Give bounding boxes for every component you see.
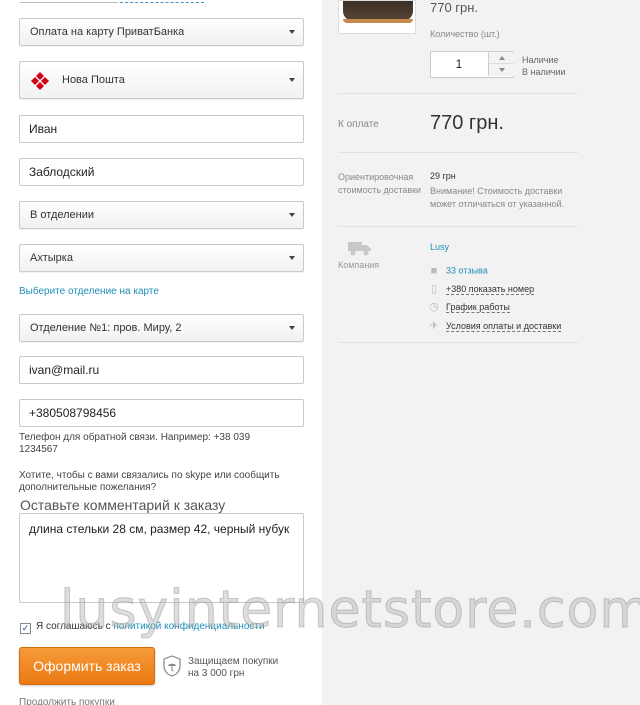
availability-label: Наличие: [522, 55, 559, 65]
quantity-input[interactable]: 1: [431, 52, 487, 77]
quantity-label: Количество (шт.): [430, 29, 500, 39]
delivery-select-value: Нова Пошта: [62, 74, 125, 86]
phone-field[interactable]: +380508798456: [19, 399, 304, 427]
comment-title: Оставьте комментарий к заказу: [20, 497, 226, 513]
branch-select[interactable]: Отделение №1: пров. Миру, 2: [19, 314, 304, 342]
delivery-cost-label: Ориентировочная стоимость доставки: [338, 172, 422, 195]
nova-poshta-logo-icon: [31, 72, 49, 90]
top-divider: [20, 2, 118, 3]
protect-line: на 3 000 грн: [188, 668, 245, 679]
product-price: 770 грн.: [430, 0, 479, 15]
reviews-row[interactable]: ■ 33 отзыва: [428, 264, 488, 277]
quantity-increase-button[interactable]: [488, 52, 514, 64]
order-summary: [322, 0, 640, 705]
product-image[interactable]: [338, 0, 416, 34]
privacy-policy-link[interactable]: политикой конфиденциальности: [113, 621, 264, 632]
shoe-sole-graphic: [343, 19, 413, 23]
schedule-row[interactable]: ◷ График работы: [428, 300, 510, 313]
availability: Наличие В наличии: [522, 54, 566, 78]
email-field[interactable]: ivan@mail.ru: [19, 356, 304, 384]
top-dashed-link[interactable]: [120, 2, 204, 5]
comment-icon: ■: [430, 264, 438, 277]
comment-textarea[interactable]: длина стельки 28 см, размер 42, черный н…: [19, 513, 304, 603]
company-label: Компания: [338, 260, 380, 270]
shield-umbrella-icon: [163, 655, 181, 677]
city-select[interactable]: Ахтырка: [19, 244, 304, 272]
quantity-decrease-button[interactable]: [488, 64, 514, 76]
reviews-link[interactable]: 33 отзыва: [446, 266, 488, 276]
delivery-cost-value: 29 грн: [430, 171, 456, 181]
delivery-select[interactable]: Нова Пошта: [19, 61, 304, 99]
company-name-link[interactable]: Lusy: [430, 242, 449, 252]
truck-icon: [348, 242, 371, 256]
clock-icon: ◷: [429, 300, 439, 313]
delivery-type-select[interactable]: В отделении: [19, 201, 304, 229]
agree-checkbox[interactable]: ✓: [20, 623, 31, 634]
city-select-value: Ахтырка: [30, 252, 73, 264]
summary-divider: [338, 152, 578, 153]
payment-select[interactable]: Оплата на карту ПриватБанка: [19, 18, 304, 46]
availability-value: В наличии: [522, 67, 566, 77]
agree-label: Я соглашаюсь с политикой конфиденциально…: [36, 621, 265, 632]
skype-hint: Хотите, чтобы с вами связались по skype …: [19, 470, 280, 494]
terms-row[interactable]: ✈ Условия оплаты и доставки: [428, 319, 562, 332]
place-order-button[interactable]: Оформить заказ: [19, 647, 155, 685]
delivery-cost-note: Внимание! Стоимость доставки может отлич…: [430, 186, 565, 209]
chevron-up-icon: [499, 56, 505, 60]
phone-hint: Телефон для обратной связи. Например: +3…: [19, 432, 250, 456]
skype-hint-line: дополнительные пожелания?: [19, 482, 157, 493]
total-value: 770 грн.: [430, 112, 504, 134]
chevron-down-icon: [289, 30, 295, 34]
protect-line: Защищаем покупки: [188, 656, 279, 667]
summary-divider: [338, 342, 578, 343]
purchase-protection-text: Защищаем покупки на 3 000 грн: [188, 656, 278, 680]
map-branch-link[interactable]: Выберите отделение на карте: [19, 286, 159, 297]
agree-text: Я соглашаюсь с: [36, 621, 114, 632]
chevron-down-icon: [289, 213, 295, 217]
last-name-field[interactable]: Заблодский: [19, 158, 304, 186]
total-label: К оплате: [338, 119, 379, 130]
terms-link[interactable]: Условия оплаты и доставки: [446, 320, 562, 332]
delivery-type-value: В отделении: [30, 209, 95, 221]
continue-shopping-link[interactable]: Продолжить покупки: [19, 697, 115, 705]
skype-hint-line: Хотите, чтобы с вами связались по skype …: [19, 470, 280, 481]
schedule-link[interactable]: График работы: [446, 301, 510, 313]
shoe-graphic: [343, 1, 413, 21]
phone-icon: ▯: [430, 282, 438, 295]
show-phone-link[interactable]: +380 показать номер: [446, 283, 535, 295]
branch-select-value: Отделение №1: пров. Миру, 2: [30, 322, 182, 334]
chevron-down-icon: [289, 78, 295, 82]
summary-divider: [338, 93, 578, 94]
phone-hint-line: 1234567: [19, 444, 58, 455]
chevron-down-icon: [499, 68, 505, 72]
order-form: Оплата на карту ПриватБанка Нова Пошта И…: [0, 0, 322, 705]
phone-hint-line: Телефон для обратной связи. Например: +3…: [19, 432, 251, 443]
delivery-icon: ✈: [429, 319, 439, 332]
phone-row[interactable]: ▯ +380 показать номер: [428, 282, 535, 295]
chevron-down-icon: [289, 326, 295, 330]
quantity-stepper[interactable]: 1: [430, 51, 514, 78]
first-name-field[interactable]: Иван: [19, 115, 304, 143]
payment-select-value: Оплата на карту ПриватБанка: [30, 26, 185, 38]
summary-divider: [338, 226, 578, 227]
chevron-down-icon: [289, 256, 295, 260]
